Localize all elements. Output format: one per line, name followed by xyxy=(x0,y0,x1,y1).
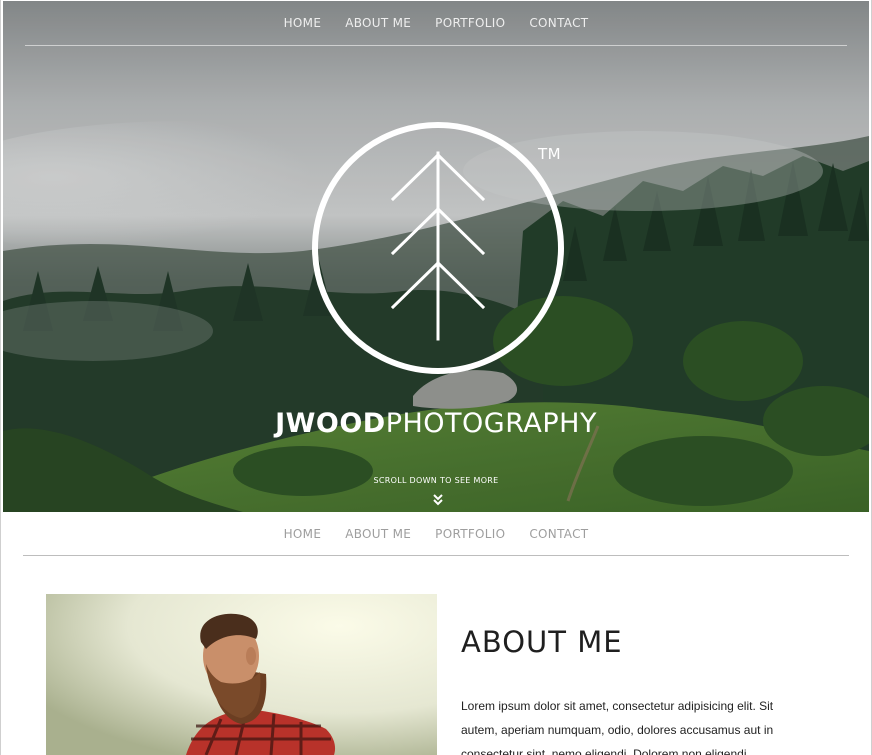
main-nav-contact[interactable]: CONTACT xyxy=(529,527,588,541)
brand-title-strong: JWOOD xyxy=(275,408,386,439)
brand-title-light: PHOTOGRAPHY xyxy=(385,408,597,439)
hero-nav-about[interactable]: ABOUT ME xyxy=(345,16,411,30)
main-nav: HOME ABOUT ME PORTFOLIO CONTACT xyxy=(23,512,849,556)
brand-title: JWOODPHOTOGRAPHY xyxy=(3,407,869,441)
about-heading: ABOUT ME xyxy=(461,625,623,659)
main-nav-about[interactable]: ABOUT ME xyxy=(345,527,411,541)
tree-in-circle-logo xyxy=(312,122,564,374)
hero-nav-portfolio[interactable]: PORTFOLIO xyxy=(435,16,505,30)
hero-section: HOME ABOUT ME PORTFOLIO CONTACT TM JWOOD… xyxy=(3,1,869,512)
double-chevron-down-icon[interactable] xyxy=(431,494,445,506)
main-nav-portfolio[interactable]: PORTFOLIO xyxy=(435,527,505,541)
trademark-symbol: TM xyxy=(538,145,562,163)
page: HOME ABOUT ME PORTFOLIO CONTACT TM JWOOD… xyxy=(0,0,872,755)
scroll-hint[interactable]: SCROLL DOWN TO SEE MORE xyxy=(3,476,869,485)
main-nav-home[interactable]: HOME xyxy=(284,527,322,541)
portrait-photo xyxy=(46,594,437,755)
hero-nav-home[interactable]: HOME xyxy=(284,16,322,30)
hero-nav: HOME ABOUT ME PORTFOLIO CONTACT xyxy=(25,1,847,46)
hero-nav-contact[interactable]: CONTACT xyxy=(529,16,588,30)
about-paragraph: Lorem ipsum dolor sit amet, consectetur … xyxy=(461,699,774,755)
